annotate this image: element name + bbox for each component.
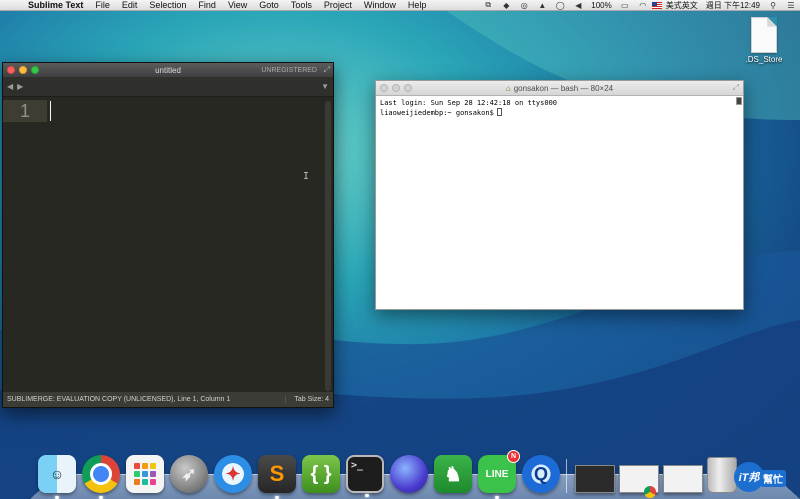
menu-selection[interactable]: Selection [143, 0, 192, 11]
terminal-window: ⌂ gonsakon — bash — 80×24 ⤢ Last login: S… [375, 80, 744, 310]
tab-dropdown-icon[interactable]: ▼ [321, 82, 329, 91]
fullscreen-icon[interactable]: ⤢ [324, 65, 330, 75]
dock-separator [566, 459, 567, 493]
watermark-text: 幫忙 [760, 470, 786, 487]
ibeam-cursor-icon: I [303, 171, 310, 182]
safari-icon[interactable]: ✦ [214, 455, 252, 493]
editor-area[interactable]: 1 I [3, 97, 333, 391]
tab-right-arrow-icon[interactable]: ▶ [17, 82, 23, 91]
tab-bar: ◀ ▶ ▼ [3, 77, 333, 97]
terminal-line: Last login: Sun Sep 28 12:42:18 on ttys0… [380, 99, 558, 107]
finder-icon[interactable]: ☺ [38, 455, 76, 499]
menu-app-name[interactable]: Sublime Text [22, 0, 89, 11]
terminal-titlebar[interactable]: ⌂ gonsakon — bash — 80×24 ⤢ [376, 81, 743, 96]
screen-share-icon[interactable]: ⧉ [482, 0, 494, 10]
dropbox-icon[interactable]: ◆ [500, 1, 512, 10]
menu-bar: Sublime Text File Edit Selection Find Vi… [0, 0, 800, 11]
status-bar: SUBLIMERGE: EVALUATION COPY (UNLICENSED)… [3, 392, 333, 407]
tab-size-selector[interactable]: Tab Size: 4 [285, 396, 329, 403]
menu-edit[interactable]: Edit [116, 0, 144, 11]
minimized-window-thumbnail-3[interactable] [663, 465, 703, 493]
vertical-scrollbar[interactable] [325, 101, 331, 391]
sublime-titlebar[interactable]: untitled UNREGISTERED ⤢ [3, 63, 333, 77]
line-number: 1 [3, 100, 47, 122]
minimized-window-thumbnail-2[interactable] [619, 465, 659, 498]
terminal-prompt: liaoweijiedembp:~ gonsakon$ [380, 109, 494, 117]
battery-icon[interactable]: ▭ [619, 1, 631, 10]
desktop-file-label: .DS_Store [745, 55, 783, 64]
terminal-content[interactable]: Last login: Sun Sep 28 12:42:18 on ttys0… [376, 96, 743, 120]
menu-goto[interactable]: Goto [253, 0, 285, 11]
terminal-icon[interactable]: >_ [346, 455, 384, 497]
terminal-scrollbar[interactable] [736, 97, 742, 105]
spotlight-search-icon[interactable]: ⚲ [767, 1, 779, 10]
unregistered-label: UNREGISTERED [261, 66, 317, 74]
document-icon [751, 17, 777, 53]
us-flag-icon[interactable] [651, 1, 662, 9]
status-menus: ⧉ ◆ ◎ ▲ ◯ ◀ 100% ▭ ◠ 美式英文 週日 下午12:49 ⚲ ☰ [479, 0, 800, 11]
wifi-icon[interactable]: ◠ [637, 1, 649, 10]
terminal-fullscreen-icon[interactable]: ⤢ [733, 83, 739, 93]
desktop-file-ds-store[interactable]: .DS_Store [742, 17, 786, 64]
terminal-prompt-row: liaoweijiedembp:~ gonsakon$ [380, 108, 739, 118]
brackets-icon[interactable]: { } [302, 455, 340, 493]
menu-file[interactable]: File [89, 0, 116, 11]
input-source-label[interactable]: 美式英文 [662, 0, 702, 11]
quicktime-icon[interactable]: Q [522, 455, 560, 493]
sync-icon[interactable]: ◎ [518, 1, 530, 10]
chat-bubble-icon[interactable]: ◯ [554, 1, 566, 10]
menu-project[interactable]: Project [318, 0, 358, 11]
menu-find[interactable]: Find [192, 0, 222, 11]
line-label: LINE [485, 468, 509, 480]
battery-percent[interactable]: 100% [587, 1, 615, 10]
terminal-title-wrap: ⌂ gonsakon — bash — 80×24 [376, 84, 743, 93]
sublime-window: untitled UNREGISTERED ⤢ ◀ ▶ ▼ 1 I SUBLIM… [2, 62, 334, 408]
status-text: SUBLIMERGE: EVALUATION COPY (UNLICENSED)… [7, 396, 231, 403]
menu-view[interactable]: View [222, 0, 253, 11]
clock[interactable]: 週日 下午12:49 [702, 0, 764, 11]
line-icon[interactable]: LINE N [478, 450, 520, 499]
terminal-title: gonsakon — bash — 80×24 [513, 83, 614, 93]
notification-badge: N [507, 450, 520, 463]
menu-tools[interactable]: Tools [285, 0, 318, 11]
text-caret [50, 101, 51, 121]
launchpad-icon[interactable] [126, 455, 164, 493]
tab-left-arrow-icon[interactable]: ◀ [7, 82, 13, 91]
notification-bell-icon[interactable]: ▲ [536, 1, 548, 10]
dock: ☺ ➶ ✦ S { } >_ ♞ LINE N Q [38, 449, 737, 499]
rocket-icon[interactable]: ➶ [170, 455, 208, 493]
minimized-window-thumbnail-1[interactable] [575, 465, 615, 493]
terminal-cursor [496, 108, 502, 116]
volume-icon[interactable]: ◀ [572, 1, 584, 10]
ithelp-watermark: iT邦 幫忙 [734, 458, 796, 492]
sublime-text-icon[interactable]: S [258, 455, 296, 499]
line-gutter [3, 97, 47, 389]
menu-help[interactable]: Help [402, 0, 433, 11]
siri-icon[interactable] [390, 455, 428, 493]
chrome-icon[interactable] [82, 455, 120, 499]
chrome-badge-icon [644, 486, 656, 498]
menu-window[interactable]: Window [358, 0, 402, 11]
notification-center-icon[interactable]: ☰ [785, 1, 797, 10]
evernote-icon[interactable]: ♞ [434, 455, 472, 493]
trash-icon[interactable] [707, 457, 737, 493]
home-folder-icon: ⌂ [505, 83, 511, 93]
